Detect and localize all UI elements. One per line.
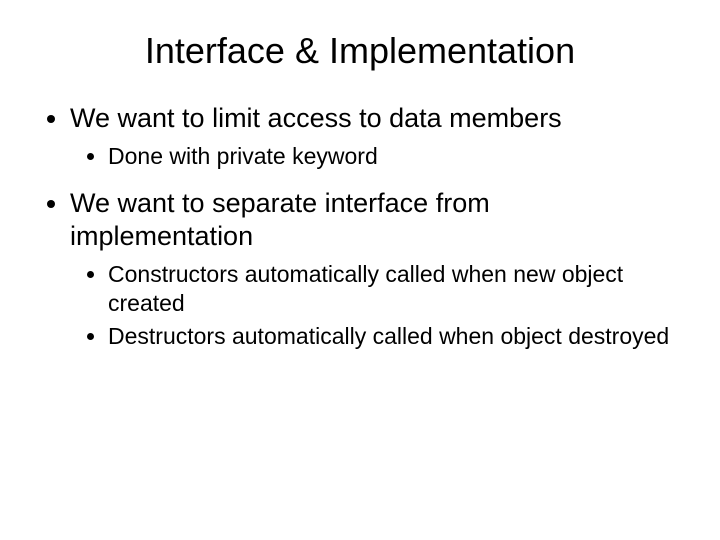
bullet-text: Constructors automatically called when n…: [108, 261, 623, 316]
list-item: Constructors automatically called when n…: [108, 260, 680, 318]
bullet-text: Destructors automatically called when ob…: [108, 323, 669, 349]
bullet-text: Done with private keyword: [108, 143, 378, 169]
list-item: We want to limit access to data members …: [70, 102, 680, 171]
list-item: Destructors automatically called when ob…: [108, 322, 680, 351]
slide: Interface & Implementation We want to li…: [0, 0, 720, 540]
list-item: We want to separate interface from imple…: [70, 187, 680, 351]
slide-title: Interface & Implementation: [40, 30, 680, 72]
bullet-list: We want to limit access to data members …: [40, 102, 680, 350]
sub-bullet-list: Done with private keyword: [70, 142, 680, 171]
list-item: Done with private keyword: [108, 142, 680, 171]
bullet-text: We want to limit access to data members: [70, 103, 562, 133]
sub-bullet-list: Constructors automatically called when n…: [70, 260, 680, 350]
bullet-text: We want to separate interface from imple…: [70, 188, 490, 252]
